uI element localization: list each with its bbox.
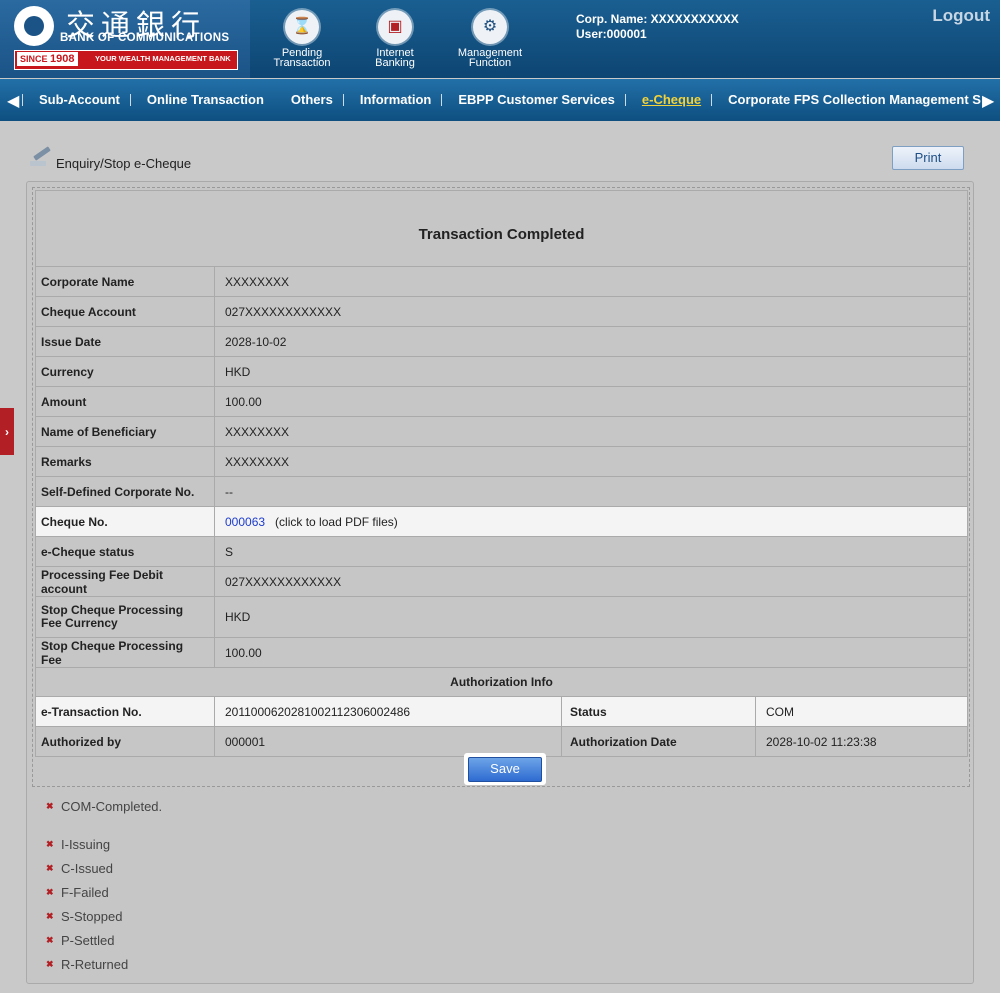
bullet-icon: ✖ xyxy=(46,838,54,849)
bullet-icon: ✖ xyxy=(46,934,54,945)
management-function-button[interactable]: ⚙ Management Function xyxy=(450,10,530,69)
list-item: ✖ C-Issued xyxy=(46,860,114,876)
pdf-hint: (click to load PDF files) xyxy=(275,514,398,529)
gears-icon: ⚙ xyxy=(473,10,507,44)
table-row: Currency HKD xyxy=(35,356,968,387)
pending-transaction-button[interactable]: ⌛ Pending Transaction xyxy=(262,10,342,69)
page-heading: Enquiry/Stop e-Cheque xyxy=(30,146,191,171)
list-item: ✖ R-Returned xyxy=(46,956,129,972)
slogan: YOUR WEALTH MANAGEMENT BANK xyxy=(95,54,231,63)
main-nav: ◀ Sub-Account Online Transaction Others … xyxy=(0,79,1000,121)
chevron-right-icon: › xyxy=(5,424,9,439)
logo-english-name: BANK OF COMMUNICATIONS xyxy=(60,32,230,44)
table-row: Amount 100.00 xyxy=(35,386,968,417)
list-item: ✖ P-Settled xyxy=(46,932,115,948)
user-id: User:000001 xyxy=(576,27,647,41)
side-expand-tab[interactable]: › xyxy=(0,408,14,455)
table-row: Issue Date 2028-10-02 xyxy=(35,326,968,357)
nav-right-arrow-icon[interactable]: ▶ xyxy=(982,91,994,111)
table-row: Corporate Name XXXXXXXX xyxy=(35,266,968,297)
nav-item-others[interactable]: Others xyxy=(274,93,343,106)
table-row: Self-Defined Corporate No. -- xyxy=(35,476,968,507)
table-row-cheque-no: Cheque No. 000063 (click to load PDF files… xyxy=(35,506,968,537)
bullet-icon: ✖ xyxy=(46,958,54,969)
nav-item-online-transaction[interactable]: Online Transaction xyxy=(129,93,274,106)
transaction-status-title: Transaction Completed xyxy=(35,190,968,267)
table-row: Name of Beneficiary XXXXXXXX xyxy=(35,416,968,447)
bullet-icon: ✖ xyxy=(46,862,54,873)
transaction-table: Transaction Completed Corporate Name XXXX… xyxy=(35,190,968,757)
status-legend: ✖ COM-Completed. ✖ I-Issuing ✖ C-Issued ✖ F-… xyxy=(46,794,162,976)
table-row: Stop Cheque Processing Fee Currency HKD xyxy=(35,596,968,638)
nav-item-sub-account[interactable]: Sub-Account xyxy=(22,93,130,106)
table-row: Cheque Account 027XXXXXXXXXXXX xyxy=(35,296,968,327)
list-item: ✖ I-Issuing xyxy=(46,836,111,852)
bullet-icon: ✖ xyxy=(46,800,54,811)
monitor-icon: ▣ xyxy=(378,10,412,44)
internet-banking-button[interactable]: ▣ Internet Banking xyxy=(355,10,435,69)
table-row: e-Cheque status S xyxy=(35,536,968,567)
authorization-info-title: Authorization Info xyxy=(35,667,968,697)
nav-left-arrow-icon[interactable]: ◀ xyxy=(7,91,19,111)
nav-item-ebpp[interactable]: EBPP Customer Services xyxy=(441,93,625,106)
save-button[interactable]: Save xyxy=(468,757,542,782)
since-badge: SINCE 1908 xyxy=(17,52,78,66)
bullet-icon: ✖ xyxy=(46,910,54,921)
pencil-icon xyxy=(30,150,52,168)
page-title: Enquiry/Stop e-Cheque xyxy=(56,156,192,171)
nav-items: Sub-Account Online Transaction Others In… xyxy=(22,79,982,121)
logo-mark-icon xyxy=(14,6,54,46)
print-button[interactable]: Print xyxy=(892,146,964,170)
cheque-no-link[interactable]: 000063 xyxy=(225,515,265,529)
bullet-icon: ✖ xyxy=(46,886,54,897)
table-row: Stop Cheque Processing Fee 100.00 xyxy=(35,637,968,668)
corp-name: Corp. Name: XXXXXXXXXXX xyxy=(576,12,739,26)
corp-info: Corp. Name: XXXXXXXXXXX User:000001 xyxy=(576,12,739,42)
table-row-etx: e-Transaction No. 2011000620281002112306… xyxy=(35,696,968,727)
list-item: ✖ S-Stopped xyxy=(46,908,123,924)
header: 交通銀行 BANK OF COMMUNICATIONS SINCE 1908 Y… xyxy=(0,0,1000,78)
nav-item-corporate-fps[interactable]: Corporate FPS Collection Management S xyxy=(711,93,982,106)
bank-logo[interactable]: 交通銀行 BANK OF COMMUNICATIONS SINCE 1908 Y… xyxy=(0,0,250,78)
table-row: Processing Fee Debit account 027XXXXXXXXX… xyxy=(35,566,968,597)
table-row-authorized: Authorized by 000001 Authorization Date … xyxy=(35,726,968,757)
nav-item-information[interactable]: Information xyxy=(342,93,442,106)
nav-item-e-cheque[interactable]: e-Cheque xyxy=(624,93,711,106)
list-item: ✖ F-Failed xyxy=(46,884,109,900)
table-row: Remarks XXXXXXXX xyxy=(35,446,968,477)
list-item: ✖ COM-Completed. xyxy=(46,798,163,814)
pending-icon: ⌛ xyxy=(285,10,319,44)
logout-link[interactable]: Logout xyxy=(932,6,990,26)
logo-strip: SINCE 1908 YOUR WEALTH MANAGEMENT BANK xyxy=(14,50,238,70)
